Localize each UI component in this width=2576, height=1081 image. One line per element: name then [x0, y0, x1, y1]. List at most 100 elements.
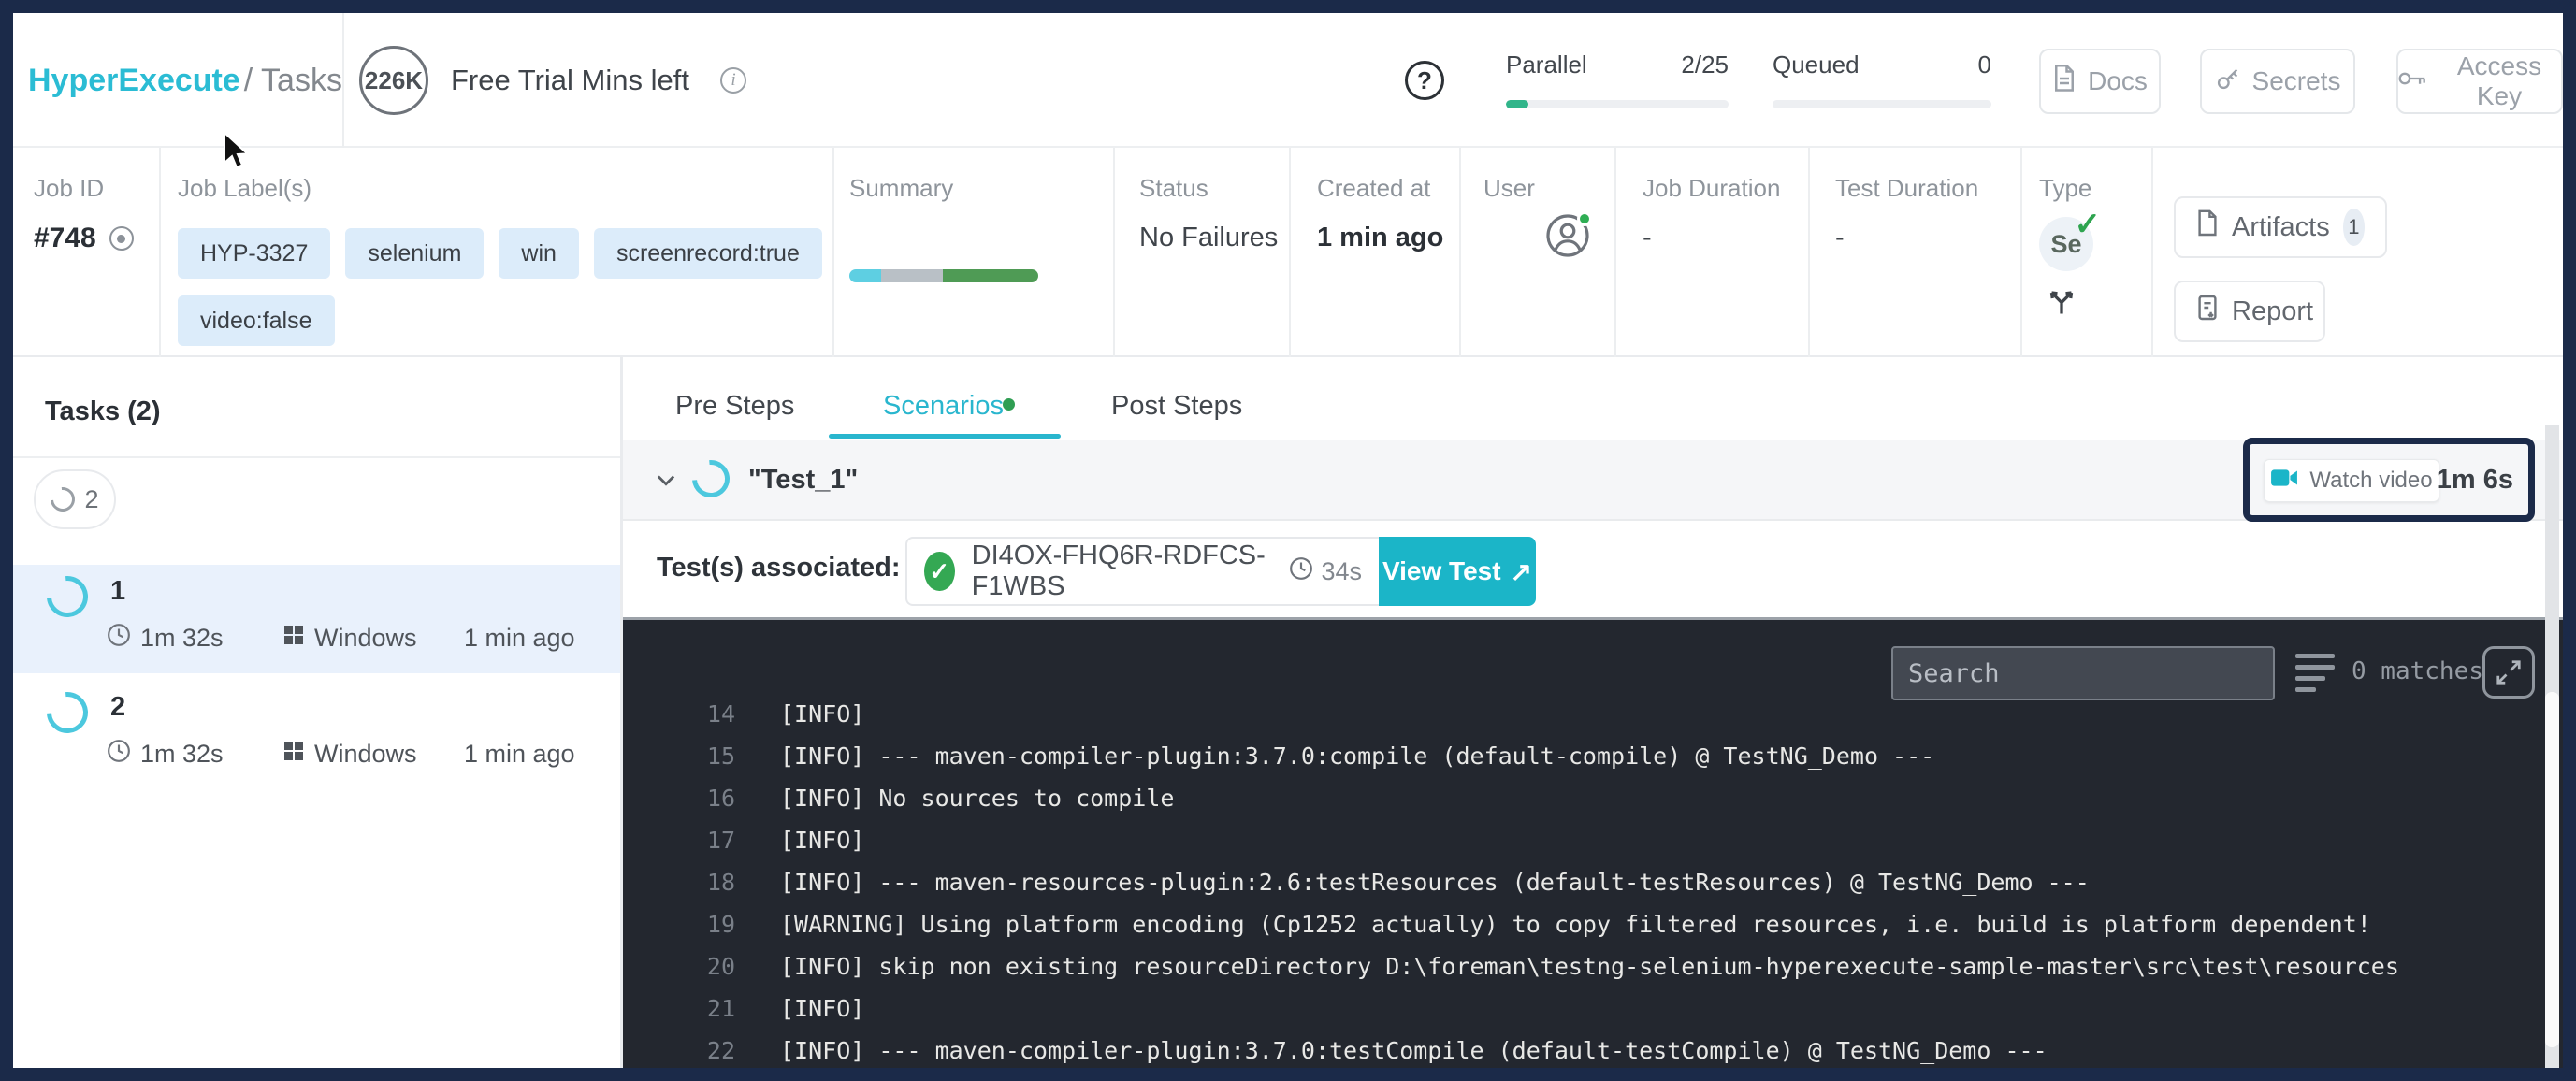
divider: [342, 13, 344, 148]
log-line: 18 [INFO] --- maven-resources-plugin:2.6:…: [706, 869, 2090, 896]
access-key-label: Access Key: [2456, 51, 2542, 110]
parallel-fill: [1506, 100, 1528, 108]
watch-video-button[interactable]: Watch video: [2264, 459, 2439, 502]
tasks-panel: Tasks (2) 2 1 1m 32s Windows 1 min ago 2…: [13, 357, 620, 1068]
tab-scenarios[interactable]: Scenarios: [883, 391, 1004, 422]
created-at-label: Created at: [1317, 174, 1431, 202]
queued-value: 0: [1977, 50, 1991, 79]
record-indicator-icon: [109, 226, 134, 251]
job-labels-label: Job Label(s): [178, 174, 312, 202]
task-row-1[interactable]: 1 1m 32s Windows 1 min ago: [13, 565, 620, 673]
log-line: 15 [INFO] --- maven-compiler-plugin:3.7.0…: [706, 742, 1935, 770]
docs-button[interactable]: Docs: [2039, 49, 2161, 114]
queued-label: Queued: [1773, 50, 1860, 79]
expand-console-button[interactable]: [2482, 646, 2535, 699]
running-count: 2: [84, 484, 99, 513]
test-chip: ✓ DI4OX-FHQ6R-RDFCS-F1WBS 34s: [905, 537, 1379, 606]
divider: [832, 148, 834, 357]
job-label-chip: HYP-3327: [178, 228, 331, 279]
job-info-row: Job ID #748 Job Label(s) HYP-3327 seleni…: [13, 148, 2563, 357]
user-label: User: [1483, 174, 1535, 202]
test-duration-label: Test Duration: [1835, 174, 1979, 202]
trial-minutes-badge[interactable]: 226K: [359, 46, 428, 115]
breadcrumb-hyperexecute[interactable]: HyperExecute: [28, 63, 240, 99]
tasks-title: Tasks (2): [45, 396, 161, 426]
windows-icon: [282, 740, 305, 769]
view-test-button[interactable]: View Test ↗: [1379, 537, 1536, 606]
summary-running-segment: [849, 269, 881, 282]
user-avatar: [1545, 211, 1592, 258]
summary-label: Summary: [849, 174, 954, 202]
help-icon[interactable]: ?: [1405, 61, 1444, 100]
queued-track: [1773, 100, 1991, 108]
log-lines: 14 [INFO] 15 [INFO] --- maven-compiler-plu…: [623, 693, 2563, 1072]
queued-meter: Queued 0: [1773, 50, 1991, 108]
divider: [1808, 148, 1810, 357]
scenario-row[interactable]: "Test_1" Watch video 1m 6s: [623, 438, 2563, 522]
report-button[interactable]: Report: [2174, 281, 2325, 342]
clock-icon: [107, 623, 131, 654]
info-icon[interactable]: i: [720, 67, 746, 94]
log-line: 22 [INFO] --- maven-compiler-plugin:3.7.0…: [706, 1037, 2048, 1064]
scrollbar-thumb[interactable]: [2545, 692, 2559, 1047]
external-link-arrow-icon: ↗: [1510, 556, 1533, 586]
video-camera-icon: [2270, 468, 2298, 495]
tab-post-steps[interactable]: Post Steps: [1111, 391, 1242, 422]
artifacts-count-badge: 1: [2342, 209, 2365, 246]
divider: [2020, 148, 2022, 357]
task-row-2[interactable]: 2 1m 32s Windows 1 min ago: [13, 681, 620, 789]
access-key-icon: [2398, 66, 2426, 96]
task-os: Windows: [314, 624, 417, 652]
divider: [159, 148, 161, 357]
report-label: Report: [2232, 295, 2314, 326]
divider: [1614, 148, 1616, 357]
log-line: 20 [INFO] skip non existing resourceDirec…: [706, 953, 2399, 980]
mouse-cursor: [217, 130, 254, 177]
key-icon: [2215, 65, 2241, 98]
tab-pre-steps[interactable]: Pre Steps: [675, 391, 794, 422]
clock-icon: [107, 739, 131, 770]
vertical-scrollbar[interactable]: [2545, 425, 2559, 1068]
test-duration: 34s: [1321, 556, 1362, 585]
access-key-button[interactable]: Access Key: [2396, 49, 2563, 114]
type-label: Type: [2039, 174, 2092, 202]
parallel-value: 2/25: [1681, 50, 1729, 79]
running-tasks-filter[interactable]: 2: [34, 469, 116, 529]
task-created: 1 min ago: [464, 624, 575, 652]
job-label-chip: screenrecord:true: [593, 228, 822, 279]
job-id-value: #748: [34, 223, 134, 254]
task-duration: 1m 32s: [140, 740, 224, 768]
parallel-label: Parallel: [1506, 50, 1587, 79]
log-lines-filter-icon[interactable]: [2295, 654, 2335, 692]
task-number: 2: [110, 692, 126, 722]
windows-icon: [282, 624, 305, 653]
selenium-type-icon: Se ✓: [2039, 207, 2101, 271]
artifacts-button[interactable]: Artifacts 1: [2174, 196, 2387, 258]
steps-panel: Pre Steps Scenarios Post Steps "Test_1" …: [623, 357, 2563, 1068]
chevron-down-icon[interactable]: [653, 467, 679, 497]
tests-associated-label: Test(s) associated:: [657, 553, 901, 583]
summary-passed-segment: [943, 269, 1038, 282]
task-running-spinner-icon: [38, 568, 96, 626]
secrets-button[interactable]: Secrets: [2200, 49, 2355, 114]
secrets-label: Secrets: [2251, 66, 2341, 95]
top-bar: HyperExecute / Tasks 226K Free Trial Min…: [13, 13, 2563, 148]
report-icon: [2196, 294, 2219, 329]
parallel-meter: Parallel 2/25: [1506, 50, 1729, 108]
job-id-label: Job ID: [34, 174, 105, 202]
divider: [13, 456, 620, 458]
console-log-panel: 0 matches 14[INFO] 15[INFO] --- maven-co…: [623, 617, 2563, 1068]
breadcrumb-tasks: / Tasks: [243, 62, 342, 98]
watch-video-label: Watch video: [2309, 468, 2433, 493]
job-label-chip: video:false: [178, 295, 335, 346]
log-line: 17 [INFO]: [706, 827, 865, 854]
scenario-running-spinner-icon: [684, 452, 738, 506]
job-duration-label: Job Duration: [1643, 174, 1781, 202]
status-value: No Failures: [1139, 223, 1279, 252]
job-label-chip: win: [499, 228, 579, 279]
selenium-check-icon: ✓: [2074, 207, 2102, 242]
summary-progress-bar: [849, 269, 1038, 282]
job-label-chips: HYP-3327 selenium win screenrecord:true …: [178, 228, 832, 346]
test-id: DI4OX-FHQ6R-RDFCS-F1WBS: [971, 540, 1266, 601]
breadcrumb: HyperExecute / Tasks: [28, 13, 342, 148]
